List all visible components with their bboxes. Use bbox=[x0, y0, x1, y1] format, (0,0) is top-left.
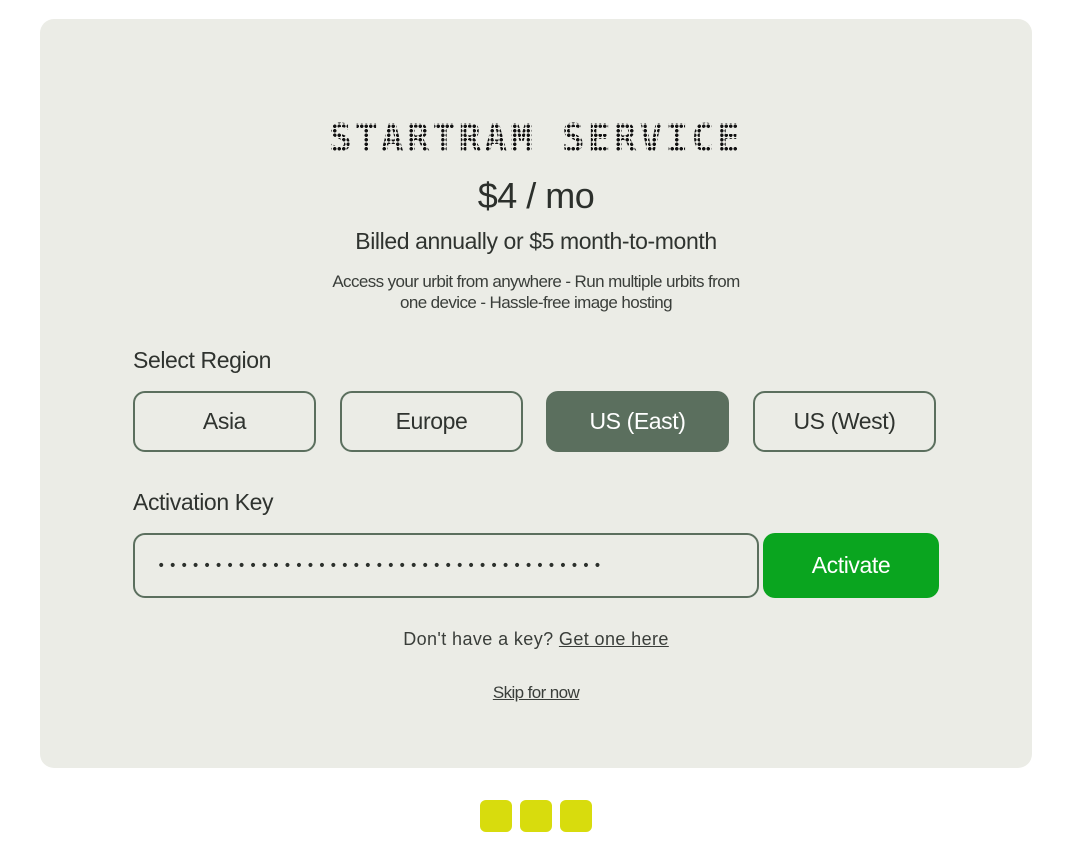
activation-key-label: Activation Key bbox=[133, 489, 274, 515]
feature-list: Access your urbit from anywhere - Run mu… bbox=[320, 271, 752, 313]
step-dot bbox=[480, 800, 512, 832]
region-option-us-west[interactable]: US (West) bbox=[753, 391, 936, 452]
page-title: STARTRAM SERVICE bbox=[40, 115, 1032, 161]
feature-line-1: Access your urbit from anywhere - Run mu… bbox=[332, 272, 740, 291]
get-key-link[interactable]: Get one here bbox=[559, 629, 669, 649]
get-key-text: Don't have a key? bbox=[403, 629, 554, 649]
billing-info: Billed annually or $5 month-to-month bbox=[355, 228, 717, 254]
skip-row: Skip for now bbox=[40, 683, 1032, 703]
region-option-asia[interactable]: Asia bbox=[133, 391, 316, 452]
step-indicator bbox=[480, 800, 592, 832]
activation-key-input[interactable]: ••••••••••••••••••••••••••••••••••••••• bbox=[133, 533, 759, 598]
get-key-prompt: Don't have a key? Get one here bbox=[40, 629, 1032, 650]
region-option-europe[interactable]: Europe bbox=[340, 391, 523, 452]
feature-line-2: one device - Hassle-free image hosting bbox=[399, 293, 673, 312]
activation-key-value: ••••••••••••••••••••••••••••••••••••••• bbox=[157, 557, 605, 574]
step-dot bbox=[560, 800, 592, 832]
startram-card: STARTRAM SERVICE $4 / mo Billed annually… bbox=[40, 19, 1032, 768]
skip-link[interactable]: Skip for now bbox=[493, 683, 580, 702]
step-dot bbox=[520, 800, 552, 832]
activate-button[interactable]: Activate bbox=[763, 533, 939, 598]
region-label: Select Region bbox=[133, 347, 271, 373]
region-option-us-east[interactable]: US (East) bbox=[546, 391, 729, 452]
price-label: $4 / mo bbox=[477, 175, 595, 216]
